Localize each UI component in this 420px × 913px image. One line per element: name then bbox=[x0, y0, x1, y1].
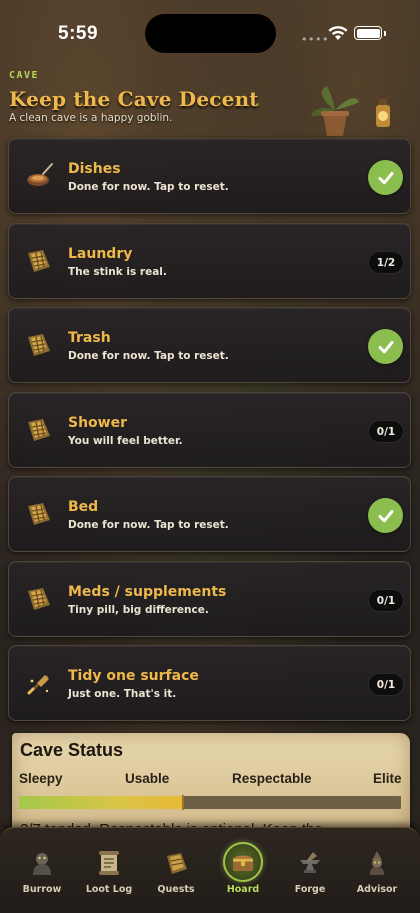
cave-progress-fill bbox=[19, 796, 184, 809]
level-label-usable: Usable bbox=[125, 771, 170, 786]
chore-progress-count[interactable]: 0/1 bbox=[368, 420, 404, 443]
chore-subtitle: Just one. That's it. bbox=[68, 688, 177, 700]
tab-label: Forge bbox=[294, 884, 326, 895]
chore-card-meds[interactable]: Meds / supplements Tiny pill, big differ… bbox=[8, 561, 411, 637]
active-tab-indicator bbox=[223, 842, 263, 882]
chore-title: Laundry bbox=[68, 246, 133, 262]
tab-label: Loot Log bbox=[85, 884, 133, 895]
level-label-respectable: Respectable bbox=[232, 771, 312, 786]
tab-advisor[interactable]: Advisor bbox=[344, 848, 410, 895]
laundry-icon bbox=[28, 250, 50, 272]
page-subtitle: A clean cave is a happy goblin. bbox=[9, 112, 173, 124]
dynamic-island bbox=[145, 14, 276, 53]
tidy-icon bbox=[27, 675, 49, 695]
page-header: CAVE Keep the Cave Decent A clean cave i… bbox=[9, 70, 409, 124]
advisor-icon bbox=[370, 851, 384, 875]
cellular-signal-icon: •••• bbox=[301, 33, 329, 46]
cave-status-title: Cave Status bbox=[20, 740, 124, 760]
quests-icon bbox=[167, 853, 187, 874]
chore-title: Trash bbox=[68, 330, 111, 346]
meds-icon bbox=[28, 588, 50, 610]
anvil-icon bbox=[300, 852, 320, 873]
tab-quests[interactable]: Quests bbox=[143, 848, 209, 895]
scroll-icon bbox=[99, 851, 119, 875]
level-label-sleepy: Sleepy bbox=[19, 771, 63, 786]
chore-subtitle: Tiny pill, big difference. bbox=[68, 604, 209, 616]
tab-label: Quests bbox=[157, 884, 195, 895]
chore-subtitle: Done for now. Tap to reset. bbox=[68, 181, 229, 193]
chore-title: Meds / supplements bbox=[68, 584, 227, 600]
tab-hoard[interactable]: Hoard bbox=[210, 842, 276, 895]
cave-progress-marker bbox=[182, 795, 185, 810]
tab-label: Burrow bbox=[22, 884, 62, 895]
chore-progress-count[interactable]: 1/2 bbox=[368, 251, 404, 274]
chore-card-laundry[interactable]: Laundry The stink is real. 1/2 bbox=[8, 223, 411, 299]
status-bar: 5:59 •••• bbox=[0, 0, 420, 60]
tab-burrow[interactable]: Burrow bbox=[9, 848, 75, 895]
chore-title: Dishes bbox=[68, 161, 121, 177]
chore-title: Shower bbox=[68, 415, 128, 431]
checkmark-icon bbox=[378, 340, 393, 353]
checkmark-icon bbox=[378, 509, 393, 522]
chore-subtitle: The stink is real. bbox=[68, 266, 167, 278]
chore-card-bed[interactable]: Bed Done for now. Tap to reset. bbox=[8, 476, 411, 552]
section-eyebrow: CAVE bbox=[9, 70, 40, 81]
chore-card-shower[interactable]: Shower You will feel better. 0/1 bbox=[8, 392, 411, 468]
tab-forge[interactable]: Forge bbox=[277, 848, 343, 895]
wifi-icon bbox=[328, 26, 348, 40]
level-label-elite: Elite bbox=[373, 771, 402, 786]
chore-subtitle: Done for now. Tap to reset. bbox=[68, 519, 229, 531]
status-time: 5:59 bbox=[58, 23, 99, 44]
chore-card-tidy-surface[interactable]: Tidy one surface Just one. That's it. 0/… bbox=[8, 645, 411, 721]
burrow-icon bbox=[33, 853, 51, 875]
dishes-icon bbox=[27, 163, 53, 186]
chore-done-check-button[interactable] bbox=[368, 160, 403, 195]
treasure-chest-icon bbox=[233, 855, 253, 871]
cave-progress-bar bbox=[19, 795, 401, 810]
chore-title: Bed bbox=[68, 499, 99, 515]
shower-icon bbox=[28, 419, 50, 441]
chore-progress-count[interactable]: 0/1 bbox=[368, 589, 404, 612]
chore-progress-count[interactable]: 0/1 bbox=[368, 673, 404, 696]
chore-card-dishes[interactable]: Dishes Done for now. Tap to reset. bbox=[8, 138, 411, 214]
tab-loot-log[interactable]: Loot Log bbox=[76, 848, 142, 895]
chore-done-check-button[interactable] bbox=[368, 329, 403, 364]
checkmark-icon bbox=[378, 171, 393, 184]
page-title: Keep the Cave Decent bbox=[9, 87, 259, 111]
chore-title: Tidy one surface bbox=[68, 668, 199, 684]
bed-icon bbox=[28, 503, 50, 525]
battery-icon bbox=[354, 26, 382, 40]
bottom-tab-bar: Burrow Loot Log Quests Hoard Forge Advis… bbox=[0, 827, 420, 913]
chore-done-check-button[interactable] bbox=[368, 498, 403, 533]
chore-card-trash[interactable]: Trash Done for now. Tap to reset. bbox=[8, 307, 411, 383]
tab-label: Hoard bbox=[226, 884, 260, 895]
tab-label: Advisor bbox=[356, 884, 398, 895]
trash-icon bbox=[28, 334, 50, 356]
chore-subtitle: Done for now. Tap to reset. bbox=[68, 350, 229, 362]
chore-subtitle: You will feel better. bbox=[68, 435, 183, 447]
